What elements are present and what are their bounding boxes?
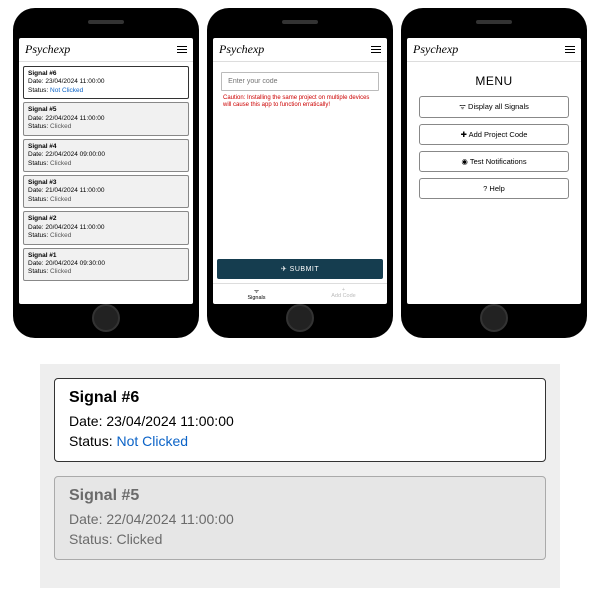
signal-status: Status: Clicked: [28, 196, 184, 204]
menu-test-notifications[interactable]: ◉ Test Notifications: [419, 151, 569, 172]
signal-status: Status: Clicked: [28, 268, 184, 276]
submit-button[interactable]: SUBMIT: [217, 259, 383, 279]
signal-date: Date: 22/04/2024 11:00:00: [28, 115, 184, 123]
tab-signals[interactable]: ᯤ Signals: [213, 284, 300, 304]
signal-status: Status: Not Clicked: [28, 87, 184, 95]
detail-card-5[interactable]: Signal #5 Date: 22/04/2024 11:00:00 Stat…: [54, 476, 546, 560]
question-icon: ?: [483, 184, 487, 193]
menu-help[interactable]: ? Help: [419, 178, 569, 199]
detail-panel: Signal #6 Date: 23/04/2024 11:00:00 Stat…: [40, 364, 560, 588]
signal-date: Date: 21/04/2024 11:00:00: [28, 187, 184, 195]
phone-addcode: Psychexp Caution: Installing the same pr…: [207, 8, 393, 338]
app-bar: Psychexp: [19, 38, 193, 62]
signal-title: Signal #2: [28, 215, 184, 223]
signal-date: Date: 20/04/2024 09:30:00: [28, 260, 184, 268]
code-input[interactable]: [221, 72, 379, 91]
signal-title: Signal #5: [28, 106, 184, 114]
app-title: Psychexp: [413, 42, 458, 57]
signal-card[interactable]: Signal #6Date: 23/04/2024 11:00:00Status…: [23, 66, 189, 99]
signal-title: Signal #5: [69, 487, 531, 505]
app-bar: Psychexp: [407, 38, 581, 62]
tab-bar: ᯤ Signals + Add Code: [213, 283, 387, 304]
app-title: Psychexp: [25, 42, 70, 57]
phone-menu: Psychexp MENU ᯤ Display all Signals ✚ Ad…: [401, 8, 587, 338]
signal-status: Status: Clicked: [28, 123, 184, 131]
signal-title: Signal #6: [69, 389, 531, 407]
tab-addcode[interactable]: + Add Code: [300, 284, 387, 304]
detail-card-6[interactable]: Signal #6 Date: 23/04/2024 11:00:00 Stat…: [54, 378, 546, 462]
hamburger-icon[interactable]: [371, 46, 381, 54]
signal-card[interactable]: Signal #2Date: 20/04/2024 11:00:00Status…: [23, 211, 189, 244]
signal-card[interactable]: Signal #5Date: 22/04/2024 11:00:00Status…: [23, 102, 189, 135]
signal-status: Status: Not Clicked: [69, 433, 531, 449]
hamburger-icon[interactable]: [565, 46, 575, 54]
caution-text: Caution: Installing the same project on …: [217, 95, 383, 109]
signal-title: Signal #1: [28, 252, 184, 260]
menu-display-signals[interactable]: ᯤ Display all Signals: [419, 96, 569, 118]
signal-date: Date: 22/04/2024 09:00:00: [28, 151, 184, 159]
signal-title: Signal #6: [28, 70, 184, 78]
signal-date: Date: 23/04/2024 11:00:00: [69, 413, 531, 429]
app-bar: Psychexp: [213, 38, 387, 62]
signal-date: Date: 22/04/2024 11:00:00: [69, 511, 531, 527]
menu-add-code[interactable]: ✚ Add Project Code: [419, 124, 569, 145]
signal-status: Status: Clicked: [28, 232, 184, 240]
menu-title: MENU: [411, 74, 577, 88]
signal-title: Signal #4: [28, 143, 184, 151]
app-title: Psychexp: [219, 42, 264, 57]
wifi-icon: ᯤ: [213, 287, 300, 295]
signal-status: Status: Clicked: [28, 160, 184, 168]
signal-card[interactable]: Signal #1Date: 20/04/2024 09:30:00Status…: [23, 248, 189, 281]
wifi-icon: ᯤ: [459, 102, 466, 111]
signal-status: Status: Clicked: [69, 531, 531, 547]
plus-icon: ✚: [461, 130, 467, 139]
signal-card[interactable]: Signal #3Date: 21/04/2024 11:00:00Status…: [23, 175, 189, 208]
signal-date: Date: 23/04/2024 11:00:00: [28, 78, 184, 86]
hamburger-icon[interactable]: [177, 46, 187, 54]
signal-date: Date: 20/04/2024 11:00:00: [28, 224, 184, 232]
signal-card[interactable]: Signal #4Date: 22/04/2024 09:00:00Status…: [23, 139, 189, 172]
phone-signals: Psychexp Signal #6Date: 23/04/2024 11:00…: [13, 8, 199, 338]
bell-icon: ◉: [461, 157, 468, 166]
signal-title: Signal #3: [28, 179, 184, 187]
signals-list: Signal #6Date: 23/04/2024 11:00:00Status…: [19, 62, 193, 304]
